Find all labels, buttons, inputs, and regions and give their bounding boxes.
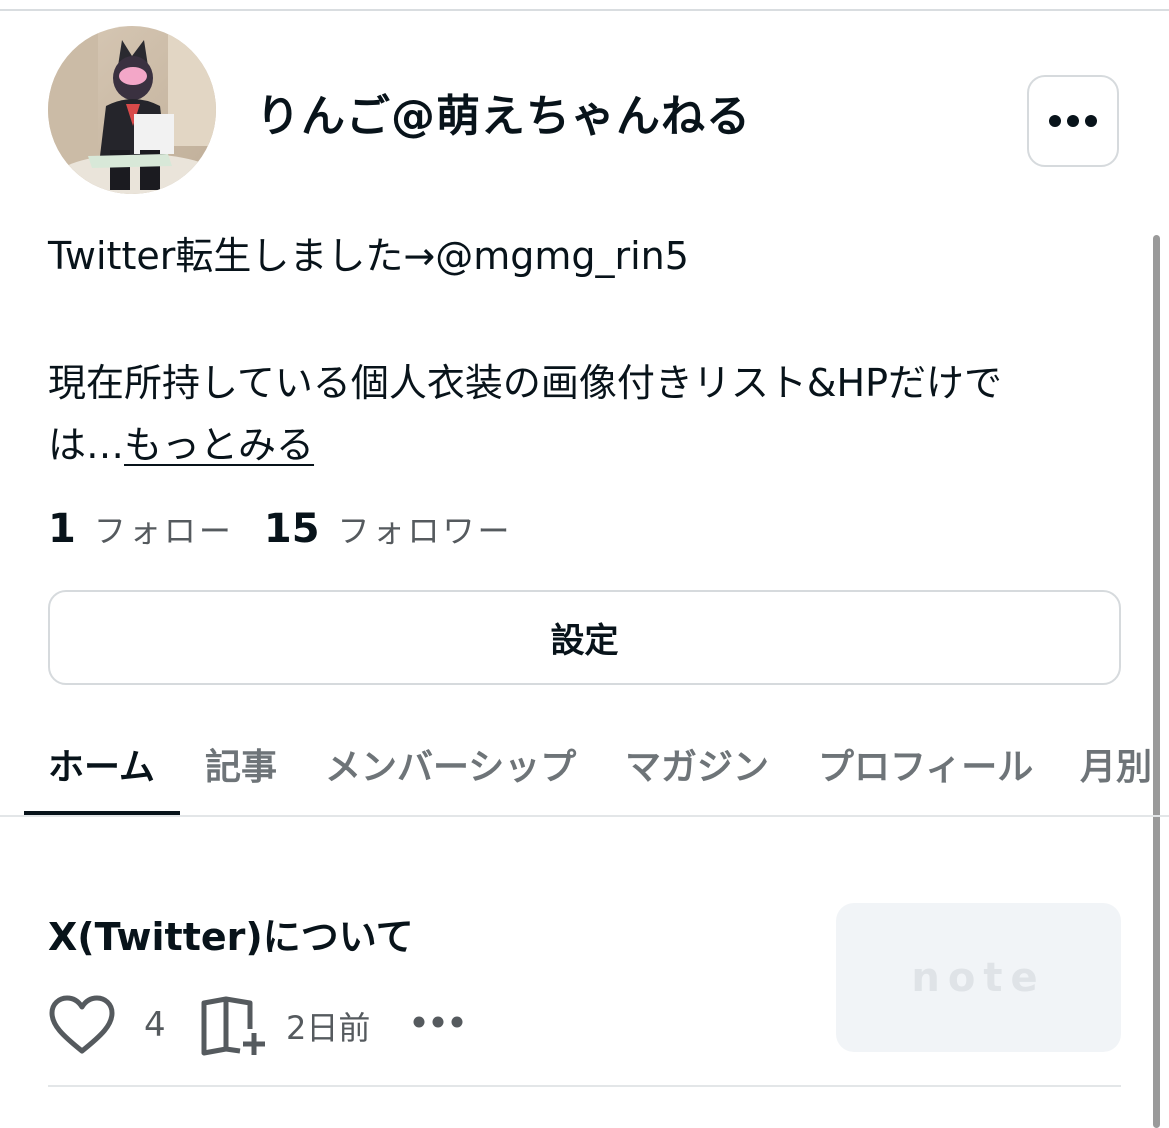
follow-stats: 1 フォロー 15 フォロワー	[48, 506, 513, 552]
article-thumbnail[interactable]: note	[836, 903, 1121, 1052]
more-dots-icon[interactable]	[412, 1015, 464, 1029]
tabs-divider	[0, 815, 1169, 817]
bio-line: 現在所持している個人衣装の画像付きリスト&HPだけで	[48, 361, 1002, 405]
article-divider	[48, 1085, 1121, 1087]
top-divider	[0, 9, 1169, 11]
following-count: 1	[48, 506, 76, 552]
following-stat[interactable]: 1 フォロー	[48, 506, 234, 552]
tab-articles[interactable]: 記事	[205, 738, 277, 790]
bio-text: は…	[48, 423, 125, 467]
followers-stat[interactable]: 15 フォロワー	[264, 506, 513, 552]
bio-line: Twitter転生しました→@mgmg_rin5	[48, 234, 689, 278]
more-dots-icon	[1049, 115, 1097, 127]
following-label: フォロー	[93, 512, 234, 550]
followers-label: フォロワー	[337, 512, 513, 550]
bio-line: は…もっとみる	[48, 414, 1128, 469]
settings-button[interactable]: 設定	[48, 590, 1121, 685]
tab-bar: ホーム 記事 メンバーシップ マガジン プロフィール 月別	[0, 720, 1169, 818]
time-ago: 2日前	[286, 1009, 371, 1047]
profile-name: りんご@萌えちゃんねる	[256, 91, 751, 142]
tab-magazine[interactable]: マガジン	[625, 738, 769, 790]
tab-membership[interactable]: メンバーシップ	[325, 738, 576, 790]
magazine-add-icon[interactable]	[198, 995, 268, 1057]
tab-home[interactable]: ホーム	[48, 738, 155, 790]
heart-icon[interactable]	[48, 995, 116, 1057]
avatar[interactable]	[48, 26, 216, 194]
article-title[interactable]: X(Twitter)について	[48, 906, 414, 961]
scrollbar[interactable]	[1153, 235, 1160, 1128]
more-options-button[interactable]	[1027, 75, 1119, 167]
show-more-link[interactable]: もっとみる	[124, 423, 314, 467]
article-meta: 4 2日前	[48, 995, 748, 1057]
like-count: 4	[144, 1005, 166, 1045]
tab-profile[interactable]: プロフィール	[818, 738, 1033, 790]
followers-count: 15	[263, 506, 320, 552]
note-logo: note	[911, 954, 1046, 1001]
tab-monthly[interactable]: 月別	[1080, 738, 1152, 790]
